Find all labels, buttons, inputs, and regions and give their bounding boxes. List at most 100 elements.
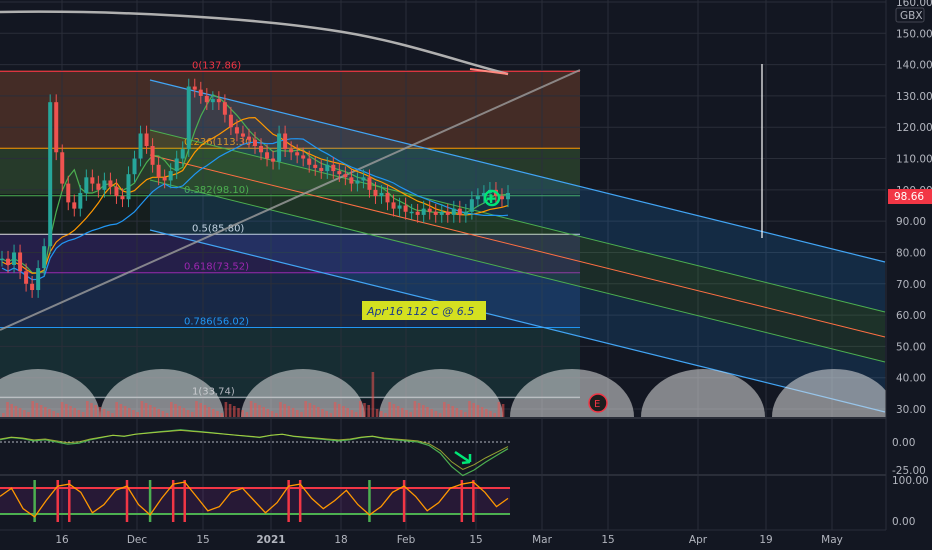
- candle-body-37: [222, 102, 227, 115]
- candle-body-0: [0, 258, 4, 261]
- volume-bar-64: [270, 411, 274, 417]
- volume-bar-69: [291, 408, 295, 417]
- candle-body-33: [198, 89, 203, 96]
- volume-bar-26: [111, 413, 114, 417]
- candle-body-32: [192, 86, 197, 90]
- volume-bar-43: [182, 408, 186, 417]
- candle-body-8: [48, 102, 53, 247]
- volume-bar-108: [455, 408, 459, 417]
- volume-bar-80: [338, 404, 341, 417]
- volume-bar-1: [6, 402, 9, 417]
- volume-bar-48: [203, 405, 207, 417]
- volume-bar-79: [333, 402, 337, 417]
- time-axis[interactable]: 16 Dec 15 2021 18 Feb 15 Mar 15 Apr 19 May: [0, 529, 932, 550]
- volume-bar-20: [86, 401, 89, 417]
- volume-bar-84: [354, 412, 358, 417]
- volume-bar-31: [132, 410, 135, 417]
- candle-body-24: [144, 133, 149, 147]
- candle-body-40: [240, 133, 245, 137]
- volume-bar-55: [233, 406, 236, 417]
- candle-body-51: [307, 158, 312, 165]
- candle-body-41: [246, 136, 251, 140]
- volume-bar-71: [300, 412, 303, 417]
- candle-body-56: [337, 171, 342, 175]
- volume-bar-61: [258, 405, 261, 417]
- volume-bar-18: [77, 410, 81, 417]
- candle-body-39: [234, 127, 239, 134]
- volume-bar-118: [497, 402, 501, 417]
- candle-body-69: [415, 211, 420, 215]
- candle-body-70: [421, 208, 426, 215]
- volume-bar-12: [52, 411, 55, 417]
- candle-body-31: [186, 86, 191, 150]
- volume-bar-100: [422, 405, 425, 417]
- volume-bar-95: [401, 408, 404, 417]
- earnings-marker-label: E: [594, 399, 600, 410]
- chart-stage[interactable]: 0(137.86) 0.236(113.30) 0.382(98.10) 0.5(85…: [0, 0, 932, 550]
- price-tick-13: 30.00: [896, 404, 926, 416]
- volume-bar-58: [245, 412, 249, 417]
- volume-bar-40: [170, 402, 173, 417]
- volume-bar-101: [426, 407, 429, 417]
- candle-body-47: [283, 133, 288, 150]
- price-tick-9: 70.00: [896, 279, 926, 291]
- volume-bar-42: [178, 406, 181, 417]
- volume-bar-27: [115, 402, 118, 417]
- trading-chart[interactable]: 0(137.86)0.236(113.30)0.382(98.10)0.5(85…: [0, 0, 932, 550]
- candle-body-15: [90, 177, 95, 184]
- candle-body-6: [36, 268, 41, 291]
- volume-bar-81: [342, 406, 345, 417]
- time-tick-11: May: [821, 534, 843, 546]
- volume-bar-14: [60, 402, 64, 417]
- candle-body-42: [253, 139, 257, 147]
- price-tick-11: 50.00: [896, 341, 926, 353]
- price-axis[interactable]: 160.00150.00140.00130.00120.00110.00100.…: [885, 0, 932, 530]
- time-tick-3: 2021: [256, 534, 285, 546]
- candle-body-62: [373, 189, 378, 197]
- fib-label-4: 0.618(73.52): [184, 262, 249, 273]
- volume-bar-22: [94, 405, 97, 417]
- volume-bar-57: [241, 410, 244, 417]
- volume-bar-0: [2, 413, 5, 417]
- volume-bar-94: [396, 406, 400, 417]
- candle-body-53: [319, 167, 324, 172]
- candle-body-65: [391, 202, 396, 209]
- volume-bar-29: [123, 406, 127, 417]
- volume-bar-73: [308, 403, 312, 417]
- candle-body-30: [180, 149, 185, 159]
- volume-bar-59: [249, 401, 253, 417]
- candle-body-45: [271, 158, 276, 162]
- volume-bar-15: [65, 404, 68, 417]
- candle-body-10: [60, 152, 65, 184]
- volume-bar-37: [157, 409, 160, 417]
- volume-bar-3: [14, 406, 18, 417]
- candle-body-14: [84, 177, 89, 193]
- candle-body-20: [120, 196, 125, 200]
- volume-bar-90: [380, 411, 383, 417]
- volume-bar-115: [485, 409, 488, 417]
- volume-bar-74: [312, 405, 316, 417]
- candle-body-57: [343, 174, 348, 178]
- candle-body-64: [385, 192, 390, 203]
- volume-bar-30: [128, 408, 131, 417]
- volume-bar-44: [186, 410, 190, 417]
- candle-body-29: [174, 158, 179, 172]
- candle-body-4: [24, 271, 29, 284]
- volume-bar-119: [501, 404, 505, 417]
- candle-body-23: [138, 133, 143, 159]
- volume-bar-11: [48, 409, 51, 417]
- price-tick-3: 130.00: [896, 91, 932, 103]
- candle-body-68: [409, 211, 414, 214]
- volume-bar-16: [69, 406, 72, 417]
- volume-bar-65: [275, 413, 278, 417]
- candle-body-76: [457, 208, 462, 215]
- volume-bar-19: [81, 412, 85, 417]
- osc-tick-0: 0.00: [892, 437, 915, 449]
- volume-bar-4: [18, 408, 22, 417]
- volume-bar-49: [207, 407, 211, 417]
- candle-body-84: [506, 192, 510, 200]
- volume-bar-105: [443, 402, 446, 417]
- candle-body-83: [499, 196, 504, 200]
- candle-body-55: [331, 164, 336, 172]
- price-tick-12: 40.00: [896, 373, 926, 385]
